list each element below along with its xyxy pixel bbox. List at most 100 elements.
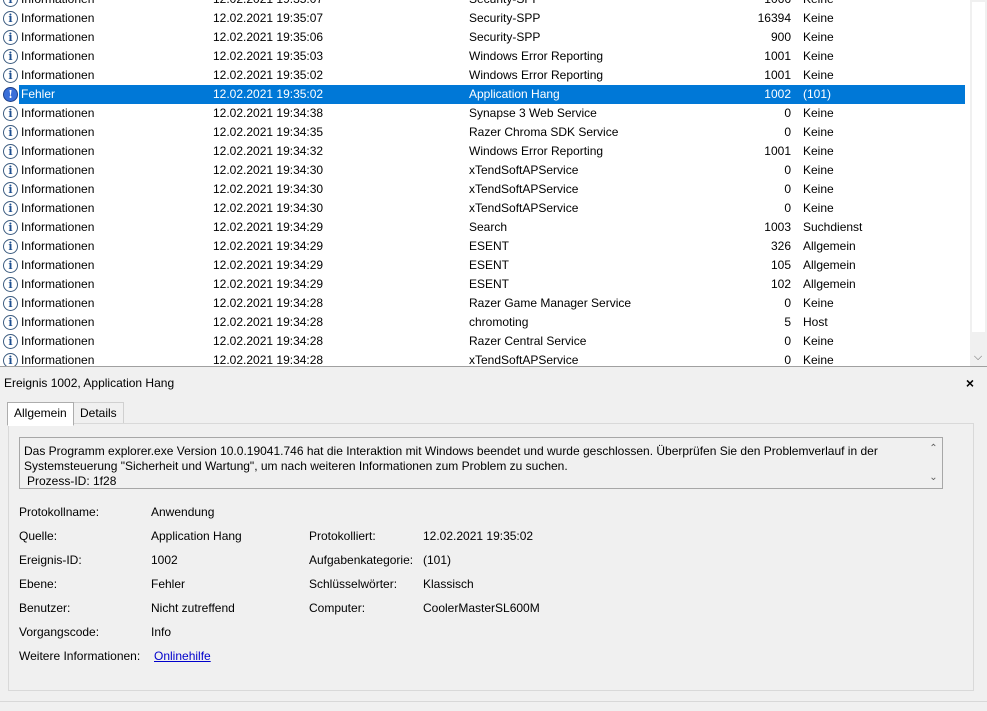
- event-row[interactable]: i Informationen 12.02.2021 19:34:29 ESENT 10…: [0, 256, 970, 275]
- event-task: Keine: [803, 334, 834, 348]
- event-task: Suchdienst: [803, 220, 863, 234]
- log-name-label: Protokollname:: [19, 505, 100, 519]
- event-row[interactable]: i Informationen 12.02.2021 19:34:29 Search 1…: [0, 218, 970, 237]
- event-level: Informationen: [21, 144, 95, 158]
- event-id: 1001: [764, 144, 791, 158]
- event-description-box[interactable]: Das Programm explorer.exe Version 10.0.1…: [19, 437, 943, 489]
- source-label: Quelle:: [19, 529, 58, 543]
- event-level: Informationen: [21, 296, 95, 310]
- description-scrollbar[interactable]: ⌃ ⌄: [925, 438, 942, 488]
- more-info-label: Weitere Informationen:: [19, 649, 141, 663]
- event-row[interactable]: i Informationen 12.02.2021 19:34:32 Windows…: [0, 142, 970, 161]
- event-id: 900: [770, 30, 791, 44]
- event-date: 12.02.2021 19:34:29: [213, 239, 324, 253]
- event-row[interactable]: i Informationen 12.02.2021 19:35:02 Windows…: [0, 66, 970, 85]
- event-level: Informationen: [21, 182, 95, 196]
- event-date: 12.02.2021 19:34:30: [213, 163, 324, 177]
- event-date: 12.02.2021 19:34:28: [213, 315, 324, 329]
- event-detail-title: Ereignis 1002, Application Hang: [4, 376, 175, 390]
- event-level: Informationen: [21, 106, 95, 120]
- event-task: Keine: [803, 163, 834, 177]
- event-task: Keine: [803, 125, 834, 139]
- online-help-link[interactable]: Onlinehilfe: [154, 648, 211, 664]
- info-icon: i: [3, 353, 18, 366]
- event-level: Informationen: [21, 49, 95, 63]
- info-icon: i: [3, 315, 18, 330]
- event-row[interactable]: i Informationen 12.02.2021 19:34:28 Razer C…: [0, 332, 970, 351]
- info-icon: i: [3, 220, 18, 235]
- tab-details[interactable]: Details: [73, 402, 124, 425]
- event-level: Informationen: [21, 201, 95, 215]
- event-row[interactable]: i Informationen 12.02.2021 19:35:06 Securit…: [0, 28, 970, 47]
- info-icon: i: [3, 125, 18, 140]
- keywords-label: Schlüsselwörter:: [309, 577, 398, 591]
- event-list[interactable]: i Informationen 12.02.2021 19:35:07 Securit…: [0, 0, 987, 367]
- event-id: 1066: [700, 0, 791, 9]
- event-row[interactable]: i Informationen 12.02.2021 19:34:29 ESENT 32…: [0, 237, 970, 256]
- event-task: Keine: [803, 182, 834, 196]
- event-row[interactable]: i Informationen 12.02.2021 19:34:30 xTendSo…: [0, 199, 970, 218]
- event-row[interactable]: i Informationen 12.02.2021 19:34:30 xTendSo…: [0, 180, 970, 199]
- event-row[interactable]: i Informationen 12.02.2021 19:34:35 Razer C…: [0, 123, 970, 142]
- event-date: 12.02.2021 19:35:07: [213, 11, 324, 25]
- event-date: 12.02.2021 19:35:02: [213, 68, 324, 82]
- event-row[interactable]: ! Fehler 12.02.2021 19:35:02 Application Ha…: [0, 85, 970, 104]
- scroll-up-icon[interactable]: ⌃: [925, 441, 942, 456]
- info-icon: i: [3, 258, 18, 273]
- event-date: 12.02.2021 19:34:28: [213, 296, 324, 310]
- event-row[interactable]: i Informationen 12.02.2021 19:34:28 chromot…: [0, 313, 970, 332]
- computer-label: Computer:: [309, 601, 366, 615]
- info-icon: i: [3, 239, 18, 254]
- event-id: 1001: [764, 49, 791, 63]
- event-date: 12.02.2021 19:34:30: [213, 201, 324, 215]
- event-date: 12.02.2021 19:34:29: [213, 258, 324, 272]
- event-level: Informationen: [21, 0, 206, 9]
- event-id: 1003: [764, 220, 791, 234]
- event-level: Informationen: [21, 125, 95, 139]
- user-label: Benutzer:: [19, 601, 71, 615]
- info-icon: i: [3, 68, 18, 83]
- log-name-value: Anwendung: [151, 505, 215, 519]
- event-date: 12.02.2021 19:34:35: [213, 125, 324, 139]
- user-value: Nicht zutreffend: [151, 601, 235, 615]
- event-row[interactable]: iInformationen12.02.2021 19:35:07Securit…: [0, 0, 970, 9]
- event-level: Informationen: [21, 334, 95, 348]
- info-icon: i: [3, 182, 18, 197]
- event-date: 12.02.2021 19:34:30: [213, 182, 324, 196]
- computer-value: CoolerMasterSL600M: [423, 601, 540, 615]
- event-row[interactable]: i Informationen 12.02.2021 19:34:38 Synapse…: [0, 104, 970, 123]
- event-date: 12.02.2021 19:34:38: [213, 106, 324, 120]
- scrollbar-thumb[interactable]: [972, 2, 985, 332]
- opcode-value: Info: [151, 625, 172, 639]
- event-task: Keine: [803, 68, 834, 82]
- event-id: 0: [784, 106, 791, 120]
- scroll-down-icon[interactable]: ⌄: [925, 470, 942, 485]
- event-level: Fehler: [21, 87, 56, 101]
- vertical-scrollbar[interactable]: ⌵: [970, 0, 987, 366]
- event-task: Host: [803, 315, 828, 329]
- info-icon: i: [3, 334, 18, 349]
- event-row[interactable]: i Informationen 12.02.2021 19:34:28 xTendSo…: [0, 351, 970, 367]
- task-category-label: Aufgabenkategorie:: [309, 553, 414, 567]
- event-row[interactable]: i Informationen 12.02.2021 19:34:28 Razer G…: [0, 294, 970, 313]
- event-task: Keine: [803, 0, 963, 9]
- event-date: 12.02.2021 19:35:07: [213, 0, 453, 9]
- event-date: 12.02.2021 19:34:28: [213, 334, 324, 348]
- event-level: Informationen: [21, 353, 95, 367]
- event-row[interactable]: i Informationen 12.02.2021 19:34:29 ESENT 10…: [0, 275, 970, 294]
- event-task: Keine: [803, 296, 834, 310]
- event-task: Keine: [803, 353, 834, 367]
- event-level: Informationen: [21, 30, 95, 44]
- task-category-value: (101): [423, 553, 452, 567]
- event-row[interactable]: iInformationen12.02.2021 19:35:07Securit…: [0, 9, 970, 28]
- tab-general[interactable]: Allgemein: [7, 402, 74, 426]
- event-level: Informationen: [21, 11, 95, 25]
- scroll-down-icon[interactable]: ⌵: [973, 352, 983, 363]
- keywords-value: Klassisch: [423, 577, 474, 591]
- event-task: Keine: [803, 106, 834, 120]
- close-icon[interactable]: ×: [964, 373, 976, 393]
- event-row[interactable]: i Informationen 12.02.2021 19:35:03 Windows…: [0, 47, 970, 66]
- event-row[interactable]: i Informationen 12.02.2021 19:34:30 xTendSo…: [0, 161, 970, 180]
- event-level: Informationen: [21, 163, 95, 177]
- event-id-value: 1002: [151, 553, 178, 567]
